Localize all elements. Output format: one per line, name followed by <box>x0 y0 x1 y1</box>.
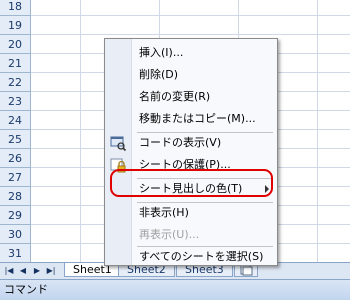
code-view-icon <box>110 136 127 152</box>
highlight-annotation <box>110 169 273 197</box>
sheet-tab-context-menu: 挿入(I)... 削除(D) 名前の変更(R) 移動またはコピー(M)... コ… <box>104 38 278 266</box>
next-sheet-button[interactable]: ▶ <box>31 264 43 277</box>
row-number[interactable]: 20 <box>0 35 30 54</box>
row-number[interactable]: 30 <box>0 225 30 244</box>
status-mode: コマンド <box>4 283 48 296</box>
row-number[interactable]: 27 <box>0 168 30 187</box>
menu-item-label: 名前の変更(R) <box>139 90 211 103</box>
menu-item-label: 挿入(I)... <box>139 46 184 59</box>
row-number[interactable]: 25 <box>0 130 30 149</box>
menu-item-insert[interactable]: 挿入(I)... <box>105 42 277 64</box>
row-number[interactable]: 29 <box>0 206 30 225</box>
row-number[interactable]: 18 <box>0 0 30 16</box>
previous-sheet-button[interactable]: ◀ <box>17 264 29 277</box>
menu-item-move-or-copy[interactable]: 移動またはコピー(M)... <box>105 108 277 130</box>
menu-item-label: 移動またはコピー(M)... <box>139 112 256 125</box>
row-number[interactable]: 23 <box>0 92 30 111</box>
menu-item-label: 削除(D) <box>139 68 179 81</box>
menu-item-view-code[interactable]: コードの表示(V) <box>105 132 277 154</box>
row-number[interactable]: 26 <box>0 149 30 168</box>
menu-item-label: 非表示(H) <box>139 206 189 219</box>
row-number[interactable]: 24 <box>0 111 30 130</box>
row-number[interactable]: 28 <box>0 187 30 206</box>
row-number[interactable]: 22 <box>0 73 30 92</box>
menu-item-hide[interactable]: 非表示(H) <box>105 202 277 224</box>
menu-item-label: 再表示(U)... <box>139 228 200 241</box>
menu-item-rename[interactable]: 名前の変更(R) <box>105 86 277 108</box>
menu-item-delete[interactable]: 削除(D) <box>105 64 277 86</box>
row-number[interactable]: 21 <box>0 54 30 73</box>
menu-item-unhide: 再表示(U)... <box>105 224 277 246</box>
menu-item-label: コードの表示(V) <box>139 136 222 149</box>
status-bar: コマンド <box>0 279 350 300</box>
row-number[interactable]: 31 <box>0 244 30 263</box>
last-sheet-button[interactable]: ▶| <box>45 264 57 277</box>
menu-item-label: すべてのシートを選択(S) <box>139 250 264 263</box>
row-header-column: 18 19 20 21 22 23 24 25 26 27 28 29 30 3… <box>0 0 31 263</box>
first-sheet-button[interactable]: |◀ <box>3 264 15 277</box>
menu-item-select-all-sheets[interactable]: すべてのシートを選択(S) <box>105 246 277 268</box>
row-number[interactable]: 19 <box>0 16 30 35</box>
